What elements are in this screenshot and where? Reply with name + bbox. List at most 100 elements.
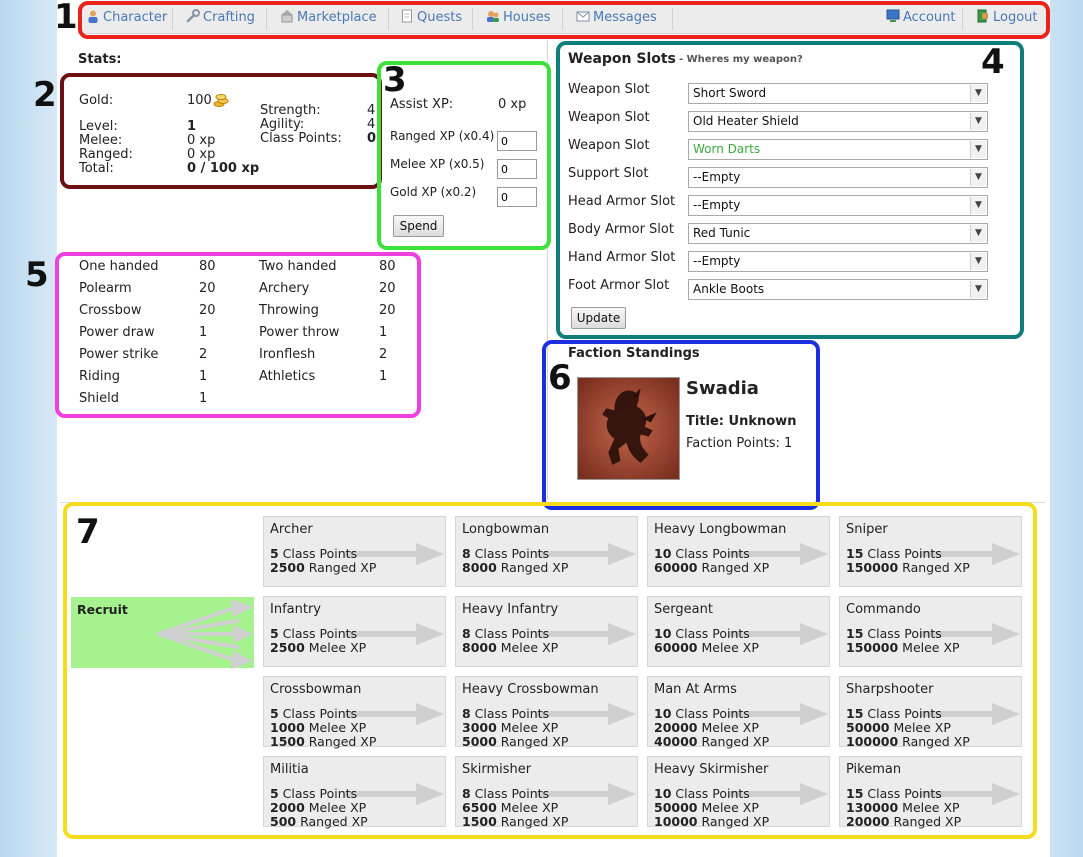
class-name: Skirmisher bbox=[462, 762, 532, 777]
requirement-amount: 40000 bbox=[654, 734, 698, 749]
requirement-amount: 60000 bbox=[654, 640, 698, 655]
class-requirement: 8 Class Points bbox=[462, 626, 549, 641]
class-requirement: 3000 Melee XP bbox=[462, 720, 558, 735]
class-requirement: 10 Class Points bbox=[654, 786, 750, 801]
requirement-unit: Class Points bbox=[863, 706, 942, 721]
class-requirement: 130000 Melee XP bbox=[846, 800, 960, 815]
requirement-unit: Melee XP bbox=[496, 640, 559, 655]
annotation-box-4 bbox=[556, 41, 1024, 339]
requirement-amount: 8 bbox=[462, 706, 471, 721]
requirement-unit: Class Points bbox=[671, 786, 750, 801]
class-requirement: 5 Class Points bbox=[270, 786, 357, 801]
requirement-amount: 5 bbox=[270, 706, 279, 721]
class-name: Heavy Infantry bbox=[462, 602, 559, 617]
requirement-unit: Class Points bbox=[863, 546, 942, 561]
requirement-amount: 500 bbox=[270, 814, 297, 829]
class-name: Heavy Longbowman bbox=[654, 522, 787, 537]
requirement-amount: 60000 bbox=[654, 560, 698, 575]
class-requirement: 8000 Ranged XP bbox=[462, 560, 568, 575]
requirement-amount: 50000 bbox=[846, 720, 890, 735]
annotation-number-5: 5 bbox=[25, 255, 49, 295]
class-requirement: 150000 Melee XP bbox=[846, 640, 960, 655]
class-requirement: 100000 Ranged XP bbox=[846, 734, 970, 749]
annotation-box-5 bbox=[55, 252, 421, 418]
annotation-number-1: 1 bbox=[54, 0, 78, 37]
requirement-unit: Class Points bbox=[278, 786, 358, 801]
requirement-unit: Ranged XP bbox=[889, 814, 962, 829]
requirement-unit: Class Points bbox=[278, 706, 358, 721]
requirement-amount: 8 bbox=[462, 626, 471, 641]
annotation-number-4: 4 bbox=[981, 42, 1005, 82]
class-requirement: 1000 Melee XP bbox=[270, 720, 366, 735]
requirement-amount: 50000 bbox=[654, 800, 698, 815]
class-requirement: 5000 Ranged XP bbox=[462, 734, 568, 749]
class-requirement: 15 Class Points bbox=[846, 786, 942, 801]
requirement-amount: 5 bbox=[270, 786, 279, 801]
class-name: Sniper bbox=[846, 522, 888, 537]
requirement-unit: Melee XP bbox=[304, 800, 367, 815]
requirement-unit: Melee XP bbox=[304, 720, 367, 735]
class-requirement: 8 Class Points bbox=[462, 546, 549, 561]
requirement-amount: 8000 bbox=[462, 560, 497, 575]
requirement-amount: 15 bbox=[846, 786, 864, 801]
requirement-amount: 3000 bbox=[462, 720, 497, 735]
annotation-box-6 bbox=[542, 340, 820, 510]
stats-heading: Stats: bbox=[78, 52, 122, 67]
requirement-unit: Class Points bbox=[863, 786, 942, 801]
requirement-amount: 8 bbox=[462, 546, 471, 561]
class-requirement: 10 Class Points bbox=[654, 546, 750, 561]
class-name: Heavy Skirmisher bbox=[654, 762, 769, 777]
requirement-amount: 10000 bbox=[654, 814, 698, 829]
class-name: Infantry bbox=[270, 602, 321, 617]
requirement-amount: 20000 bbox=[846, 814, 890, 829]
requirement-amount: 2000 bbox=[270, 800, 305, 815]
requirement-unit: Class Points bbox=[470, 626, 550, 641]
requirement-unit: Class Points bbox=[671, 546, 750, 561]
class-name: Commando bbox=[846, 602, 921, 617]
class-requirement: 40000 Ranged XP bbox=[654, 734, 769, 749]
requirement-amount: 5000 bbox=[462, 734, 497, 749]
class-requirement: 500 Ranged XP bbox=[270, 814, 368, 829]
requirement-unit: Ranged XP bbox=[898, 734, 970, 749]
requirement-amount: 150000 bbox=[846, 640, 899, 655]
class-name: Militia bbox=[270, 762, 309, 777]
requirement-amount: 5 bbox=[270, 546, 279, 561]
requirement-unit: Ranged XP bbox=[304, 560, 377, 575]
requirement-amount: 2500 bbox=[270, 640, 305, 655]
requirement-amount: 8 bbox=[462, 786, 471, 801]
requirement-amount: 15 bbox=[846, 706, 864, 721]
requirement-amount: 10 bbox=[654, 706, 672, 721]
requirement-unit: Melee XP bbox=[898, 640, 960, 655]
class-requirement: 8000 Melee XP bbox=[462, 640, 558, 655]
requirement-unit: Ranged XP bbox=[496, 814, 569, 829]
class-requirement: 5 Class Points bbox=[270, 706, 357, 721]
requirement-unit: Ranged XP bbox=[304, 734, 377, 749]
requirement-unit: Melee XP bbox=[496, 800, 559, 815]
requirement-amount: 10 bbox=[654, 626, 672, 641]
class-name: Pikeman bbox=[846, 762, 902, 777]
class-requirement: 2000 Melee XP bbox=[270, 800, 366, 815]
class-requirement: 50000 Melee XP bbox=[654, 800, 759, 815]
requirement-unit: Class Points bbox=[470, 706, 550, 721]
class-name: Crossbowman bbox=[270, 682, 362, 697]
annotation-number-2: 2 bbox=[33, 75, 57, 115]
annotation-box-2 bbox=[60, 73, 382, 189]
requirement-amount: 10 bbox=[654, 786, 672, 801]
requirement-unit: Melee XP bbox=[889, 720, 951, 735]
class-requirement: 10 Class Points bbox=[654, 626, 750, 641]
annotation-box-1 bbox=[78, 1, 1050, 39]
class-name: Sergeant bbox=[654, 602, 713, 617]
requirement-unit: Ranged XP bbox=[496, 560, 569, 575]
class-requirement: 5 Class Points bbox=[270, 626, 357, 641]
requirement-amount: 15 bbox=[846, 626, 864, 641]
class-requirement: 8 Class Points bbox=[462, 786, 549, 801]
class-requirement: 60000 Melee XP bbox=[654, 640, 759, 655]
requirement-unit: Melee XP bbox=[304, 640, 367, 655]
requirement-unit: Melee XP bbox=[697, 720, 759, 735]
class-requirement: 2500 Ranged XP bbox=[270, 560, 376, 575]
requirement-unit: Ranged XP bbox=[496, 734, 569, 749]
class-name: Archer bbox=[270, 522, 313, 537]
class-name: Longbowman bbox=[462, 522, 550, 537]
requirement-unit: Class Points bbox=[863, 626, 942, 641]
requirement-unit: Ranged XP bbox=[697, 814, 770, 829]
